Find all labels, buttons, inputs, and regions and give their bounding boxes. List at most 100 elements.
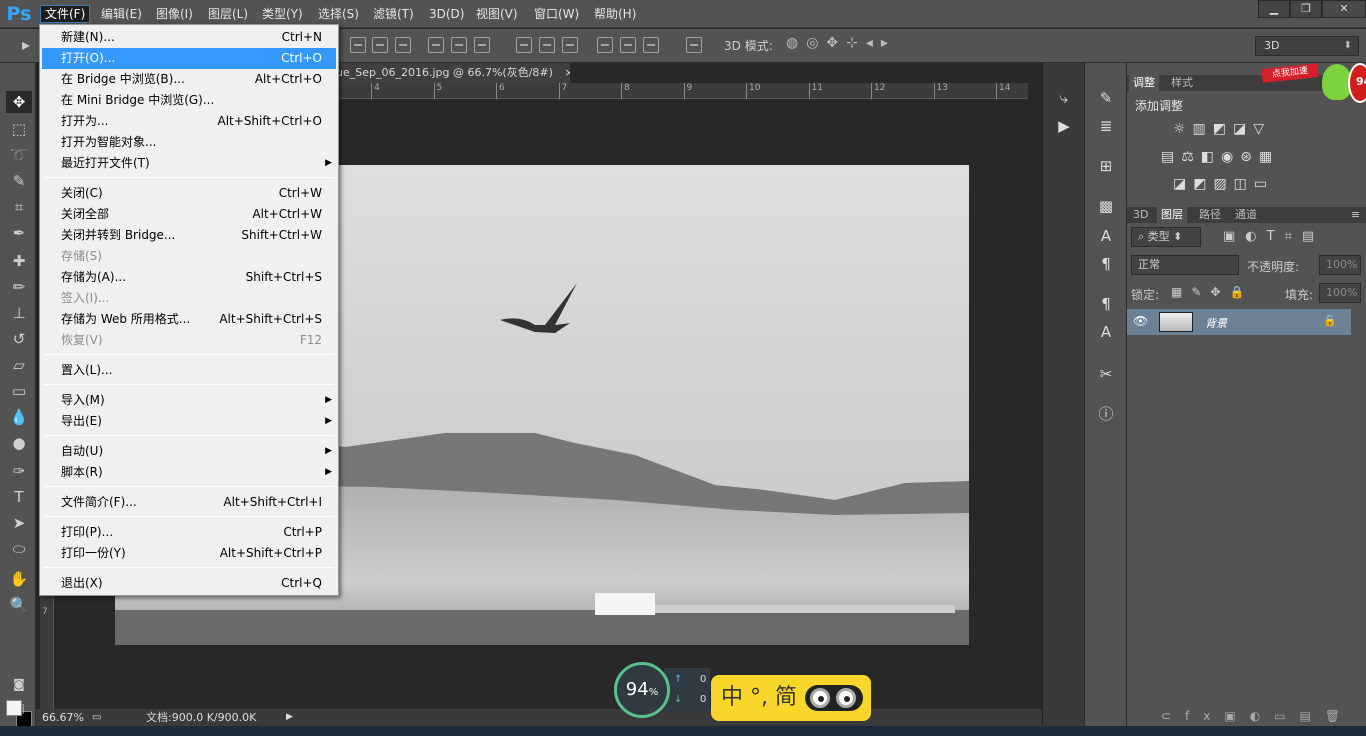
layer-row-background[interactable]: 👁 背景 🔒 [1127,309,1351,335]
workspace-select[interactable]: 3D [1255,36,1359,56]
menu-select[interactable]: 选择(S) [314,5,363,23]
3d-panel-icon[interactable]: ▩ [1095,195,1117,217]
tool-presets-icon[interactable]: ✂ [1095,363,1117,385]
zoom-level[interactable]: 66.67% [42,709,84,726]
move-tool-icon[interactable]: ✥ [6,91,32,113]
align-icon[interactable] [597,37,613,53]
menu-3d[interactable]: 3D(D) [425,5,468,23]
dodge-tool-icon[interactable]: ● [6,432,32,454]
align-icon[interactable] [539,37,555,53]
paragraph-panel-icon[interactable]: ¶ [1095,253,1117,275]
foreground-color-swatch[interactable] [6,700,22,716]
brush-tool-icon[interactable]: ✏ [6,276,32,298]
menu-item[interactable]: 导入(M) ▶ [42,390,336,411]
tab-adjustments[interactable]: 调整 [1129,75,1159,91]
ime-mode-text[interactable]: 中 °, 简 [721,685,797,710]
type-tool-icon[interactable]: T [6,486,32,508]
status-menu-arrow[interactable]: ▶ [286,709,293,726]
actions-panel-icon[interactable]: ▶ [1053,115,1075,137]
menu-item[interactable]: 退出(X) Ctrl+Q [42,573,336,594]
menu-item[interactable]: 签入(I)... [42,288,336,309]
menu-item[interactable]: 存储(S) [42,246,336,267]
restore-icon[interactable]: ❐ [1290,0,1322,18]
eraser-tool-icon[interactable]: ▱ [6,354,32,376]
layer-footer-icons[interactable]: ⊂fx▣◐▭▤🗑 [1161,709,1354,723]
layer-filter-icons[interactable]: ▣◐T⌗▤ [1223,229,1324,244]
visibility-eye-icon[interactable]: 👁 [1133,314,1148,328]
menu-item[interactable]: 导出(E) ▶ [42,411,336,432]
menu-item[interactable]: 存储为 Web 所用格式... Alt+Shift+Ctrl+S [42,309,336,330]
align-icon[interactable] [395,37,411,53]
menu-item[interactable]: 在 Mini Bridge 中浏览(G)... [42,90,336,111]
shape-tool-icon[interactable]: ⬭ [6,538,32,560]
3d-mode-icons[interactable]: ◍◎✥⊹◂▸ [786,35,896,51]
menu-item[interactable]: 关闭(C) Ctrl+W [42,183,336,204]
menu-item[interactable]: 打印一份(Y) Alt+Shift+Ctrl+P [42,543,336,564]
path-select-icon[interactable]: ➤ [6,512,32,534]
menu-layer[interactable]: 图层(L) [204,5,252,23]
align-icon[interactable] [372,37,388,53]
menu-help[interactable]: 帮助(H) [590,5,640,23]
marquee-tool-icon[interactable]: ⬚ [6,118,32,140]
document-tab[interactable]: ue_Sep_06_2016.jpg @ 66.7%(灰色/8#) × [330,63,570,83]
align-icon[interactable] [643,37,659,53]
align-icon[interactable] [350,37,366,53]
adjustment-icons-row-1[interactable]: ☼▥◩◪▽ [1173,121,1271,137]
tab-close-icon[interactable]: × [564,66,570,79]
layer-name[interactable]: 背景 [1205,315,1227,331]
fill-input[interactable]: 100% [1319,283,1361,303]
align-icon[interactable] [428,37,444,53]
pen-tool-icon[interactable]: ✑ [6,460,32,482]
menu-item[interactable]: 置入(L)... [42,360,336,381]
menu-item[interactable]: 存储为(A)... Shift+Ctrl+S [42,267,336,288]
blur-tool-icon[interactable]: 💧 [6,406,32,428]
menu-item[interactable]: 新建(N)... Ctrl+N [42,27,336,48]
paragraph-styles-icon[interactable]: A [1095,321,1117,343]
tab-paths[interactable]: 路径 [1195,207,1225,223]
align-icon[interactable] [516,37,532,53]
stamp-tool-icon[interactable]: ⊥ [6,302,32,324]
ime-toolbar[interactable]: 中 °, 简 [711,675,871,721]
tab-3d[interactable]: 3D [1129,207,1152,223]
healing-brush-icon[interactable]: ✚ [6,250,32,272]
eyedropper-tool-icon[interactable]: ✒ [6,222,32,244]
minimize-icon[interactable]: ▁ [1258,0,1290,18]
menu-item[interactable]: 最近打开文件(T) ▶ [42,153,336,174]
blend-mode-select[interactable]: 正常 [1131,255,1239,275]
align-icon[interactable] [562,37,578,53]
menu-window[interactable]: 窗口(W) [530,5,583,23]
align-icon[interactable] [620,37,636,53]
close-icon[interactable]: ✕ [1322,0,1366,18]
menu-filter[interactable]: 滤镜(T) [369,5,418,23]
opacity-input[interactable]: 100% [1319,255,1361,275]
tab-channels[interactable]: 通道 [1231,207,1261,223]
adjustment-icons-row-3[interactable]: ◪◩▨◫▭ [1173,176,1274,192]
character-styles-icon[interactable]: ¶ [1095,293,1117,315]
status-icon[interactable]: ▭ [92,709,101,726]
network-speed-gauge[interactable]: 94% [614,662,670,718]
menu-item[interactable]: 关闭并转到 Bridge... Shift+Ctrl+W [42,225,336,246]
history-brush-icon[interactable]: ↺ [6,328,32,350]
menu-item[interactable]: 恢复(V) F12 [42,330,336,351]
quick-select-tool-icon[interactable]: ✎ [6,170,32,192]
zoom-tool-icon[interactable]: 🔍 [6,594,32,616]
align-icon[interactable] [474,37,490,53]
gradient-tool-icon[interactable]: ▭ [6,380,32,402]
memory-usage-badge[interactable]: 94 [1348,63,1366,103]
menu-type[interactable]: 类型(Y) [258,5,307,23]
menu-item[interactable]: 打开(O)... Ctrl+O [42,48,336,69]
clone-source-icon[interactable]: ⊞ [1095,155,1117,177]
lock-icons[interactable]: ▦✎✥🔒 [1171,285,1253,299]
align-icon[interactable] [451,37,467,53]
brush-panel-icon[interactable]: ✎ [1095,87,1117,109]
menu-item[interactable]: 关闭全部 Alt+Ctrl+W [42,204,336,225]
tab-styles[interactable]: 样式 [1167,75,1197,91]
history-panel-icon[interactable]: ⤷ [1053,87,1075,109]
info-panel-icon[interactable]: ⓘ [1095,403,1117,425]
adjustment-icons-row-2[interactable]: ▤⚖◧◉⊛▦ [1161,149,1279,165]
crop-tool-icon[interactable]: ⌗ [6,196,32,218]
menu-item[interactable]: 打开为... Alt+Shift+Ctrl+O [42,111,336,132]
panel-menu-icon[interactable]: ≡ [1351,208,1360,221]
character-panel-icon[interactable]: A [1095,225,1117,247]
quick-mask-icon[interactable]: ◙ [6,673,32,695]
